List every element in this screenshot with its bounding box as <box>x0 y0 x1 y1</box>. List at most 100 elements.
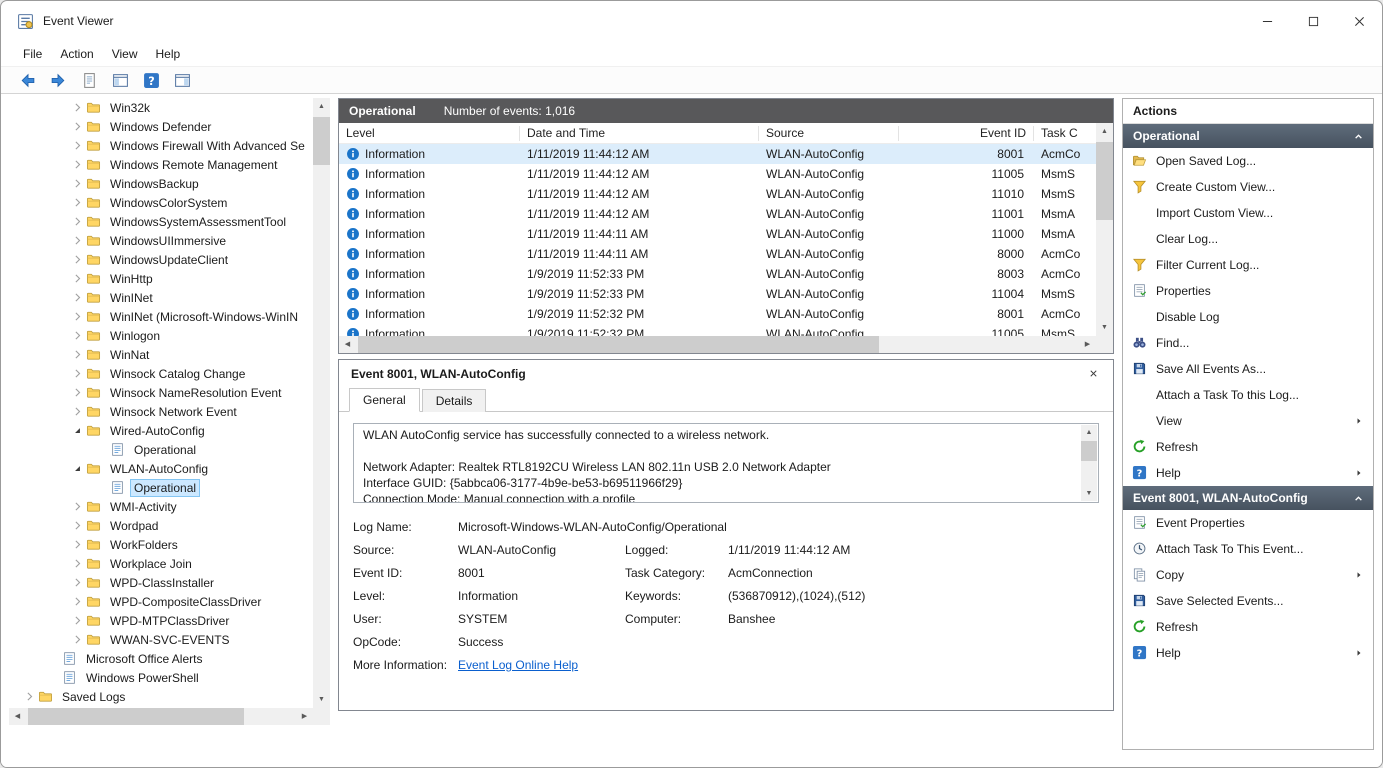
scroll-up-icon[interactable]: ▲ <box>313 98 330 115</box>
tree-vertical-scrollbar[interactable]: ▲ ▼ <box>313 98 330 708</box>
scroll-track[interactable] <box>356 336 1079 353</box>
tree-item[interactable]: Operational <box>9 440 313 459</box>
action-item[interactable]: Help <box>1123 460 1373 486</box>
tree-horizontal-scrollbar[interactable]: ◀ ▶ <box>9 708 313 725</box>
menu-item[interactable]: File <box>14 43 51 65</box>
tree-expander-icon[interactable] <box>69 195 86 211</box>
action-item[interactable]: Attach a Task To this Log... <box>1123 382 1373 408</box>
action-item[interactable]: Save All Events As... <box>1123 356 1373 382</box>
tree-expander-icon[interactable] <box>69 119 86 135</box>
scroll-down-icon[interactable]: ▼ <box>1096 319 1113 336</box>
scroll-track[interactable] <box>1096 140 1113 319</box>
menu-item[interactable]: Action <box>51 43 102 65</box>
tree-item[interactable]: WindowsColorSystem <box>9 193 313 212</box>
export-button[interactable] <box>77 69 102 92</box>
message-vertical-scrollbar[interactable]: ▲ ▼ <box>1081 425 1097 501</box>
scroll-right-icon[interactable]: ▶ <box>1079 336 1096 353</box>
scroll-track[interactable] <box>26 708 296 725</box>
event-row[interactable]: Information 1/9/2019 11:52:33 PM WLAN-Au… <box>339 284 1096 304</box>
column-header[interactable]: Event ID <box>899 126 1034 141</box>
tree-expander-icon[interactable] <box>69 328 86 344</box>
scroll-track[interactable] <box>313 115 330 691</box>
scroll-right-icon[interactable]: ▶ <box>296 708 313 725</box>
action-item[interactable]: Help <box>1123 640 1373 666</box>
tree-item[interactable]: Operational <box>9 478 313 497</box>
tree-expander-icon[interactable] <box>69 138 86 154</box>
tree-item[interactable]: Wired-AutoConfig <box>9 421 313 440</box>
scroll-left-icon[interactable]: ◀ <box>339 336 356 353</box>
scroll-down-icon[interactable]: ▼ <box>313 691 330 708</box>
scroll-thumb[interactable] <box>313 117 330 165</box>
scroll-down-icon[interactable]: ▼ <box>1081 486 1097 501</box>
close-button[interactable] <box>1336 1 1382 41</box>
action-item[interactable]: Find... <box>1123 330 1373 356</box>
action-item[interactable]: View <box>1123 408 1373 434</box>
tree-item[interactable]: WindowsUpdateClient <box>9 250 313 269</box>
tree-item[interactable]: Microsoft Office Alerts <box>9 649 313 668</box>
scroll-up-icon[interactable]: ▲ <box>1081 425 1097 440</box>
action-item[interactable]: Refresh <box>1123 614 1373 640</box>
action-item[interactable]: Clear Log... <box>1123 226 1373 252</box>
tree-item[interactable]: WWAN-SVC-EVENTS <box>9 630 313 649</box>
tree-item[interactable]: WindowsSystemAssessmentTool <box>9 212 313 231</box>
scroll-thumb[interactable] <box>1096 142 1113 220</box>
actions-section-header-event[interactable]: Event 8001, WLAN-AutoConfig <box>1123 486 1373 510</box>
tree-item[interactable]: Windows PowerShell <box>9 668 313 687</box>
tree-item[interactable]: WPD-MTPClassDriver <box>9 611 313 630</box>
action-item[interactable]: Filter Current Log... <box>1123 252 1373 278</box>
tree-expander-icon[interactable] <box>69 537 86 553</box>
actions-section-header-operational[interactable]: Operational <box>1123 124 1373 148</box>
column-header[interactable]: Level <box>339 126 520 141</box>
tree-expander-icon[interactable] <box>69 157 86 173</box>
action-item[interactable]: Create Custom View... <box>1123 174 1373 200</box>
close-preview-button[interactable] <box>1083 364 1103 384</box>
tree-item[interactable]: WPD-CompositeClassDriver <box>9 592 313 611</box>
tree-expander-icon[interactable] <box>69 176 86 192</box>
maximize-button[interactable] <box>1290 1 1336 41</box>
scroll-thumb[interactable] <box>1081 441 1097 461</box>
event-row[interactable]: Information 1/11/2019 11:44:12 AM WLAN-A… <box>339 184 1096 204</box>
tree-expander-icon[interactable] <box>69 404 86 420</box>
tree-expander-icon[interactable] <box>69 214 86 230</box>
tree-item[interactable]: Winsock Catalog Change <box>9 364 313 383</box>
tree-expander-icon[interactable] <box>45 670 62 686</box>
action-item[interactable]: Import Custom View... <box>1123 200 1373 226</box>
help-button[interactable] <box>139 69 164 92</box>
action-item[interactable]: Disable Log <box>1123 304 1373 330</box>
event-row[interactable]: Information 1/11/2019 11:44:12 AM WLAN-A… <box>339 164 1096 184</box>
tree-item[interactable]: WindowsBackup <box>9 174 313 193</box>
tree-expander-icon[interactable] <box>69 233 86 249</box>
event-log-online-help-link[interactable]: Event Log Online Help <box>458 658 578 672</box>
tree-expander-icon[interactable] <box>69 271 86 287</box>
action-item[interactable]: Properties <box>1123 278 1373 304</box>
tree-item[interactable]: Saved Logs <box>9 687 313 706</box>
tree-expander-icon[interactable] <box>69 461 86 477</box>
tree-expander-icon[interactable] <box>69 594 86 610</box>
tree-item[interactable]: WMI-Activity <box>9 497 313 516</box>
tree-expander-icon[interactable] <box>69 423 86 439</box>
events-horizontal-scrollbar[interactable]: ◀ ▶ <box>339 336 1096 353</box>
tree-item[interactable]: Wordpad <box>9 516 313 535</box>
menu-item[interactable]: View <box>103 43 147 65</box>
tree-expander-icon[interactable] <box>69 518 86 534</box>
event-row[interactable]: Information 1/11/2019 11:44:12 AM WLAN-A… <box>339 144 1096 164</box>
scroll-track[interactable] <box>1081 440 1097 486</box>
tree-expander-icon[interactable] <box>69 575 86 591</box>
tree-expander-icon[interactable] <box>69 499 86 515</box>
event-row[interactable]: Information 1/11/2019 11:44:11 AM WLAN-A… <box>339 224 1096 244</box>
tree-item[interactable]: WorkFolders <box>9 535 313 554</box>
tree-item[interactable]: Workplace Join <box>9 554 313 573</box>
tree-item[interactable]: WinINet (Microsoft-Windows-WinIN <box>9 307 313 326</box>
show-hide-action-pane-button[interactable] <box>170 69 195 92</box>
tree-item[interactable]: WinINet <box>9 288 313 307</box>
scroll-thumb[interactable] <box>28 708 244 725</box>
tree-expander-icon[interactable] <box>69 252 86 268</box>
tree-item[interactable]: WinHttp <box>9 269 313 288</box>
tree-expander-icon[interactable] <box>69 100 86 116</box>
tree-expander-icon[interactable] <box>69 366 86 382</box>
tree-expander-icon[interactable] <box>69 556 86 572</box>
tree-expander-icon[interactable] <box>69 309 86 325</box>
tree-item[interactable]: WLAN-AutoConfig <box>9 459 313 478</box>
event-row[interactable]: Information 1/11/2019 11:44:12 AM WLAN-A… <box>339 204 1096 224</box>
back-button[interactable] <box>15 69 40 92</box>
